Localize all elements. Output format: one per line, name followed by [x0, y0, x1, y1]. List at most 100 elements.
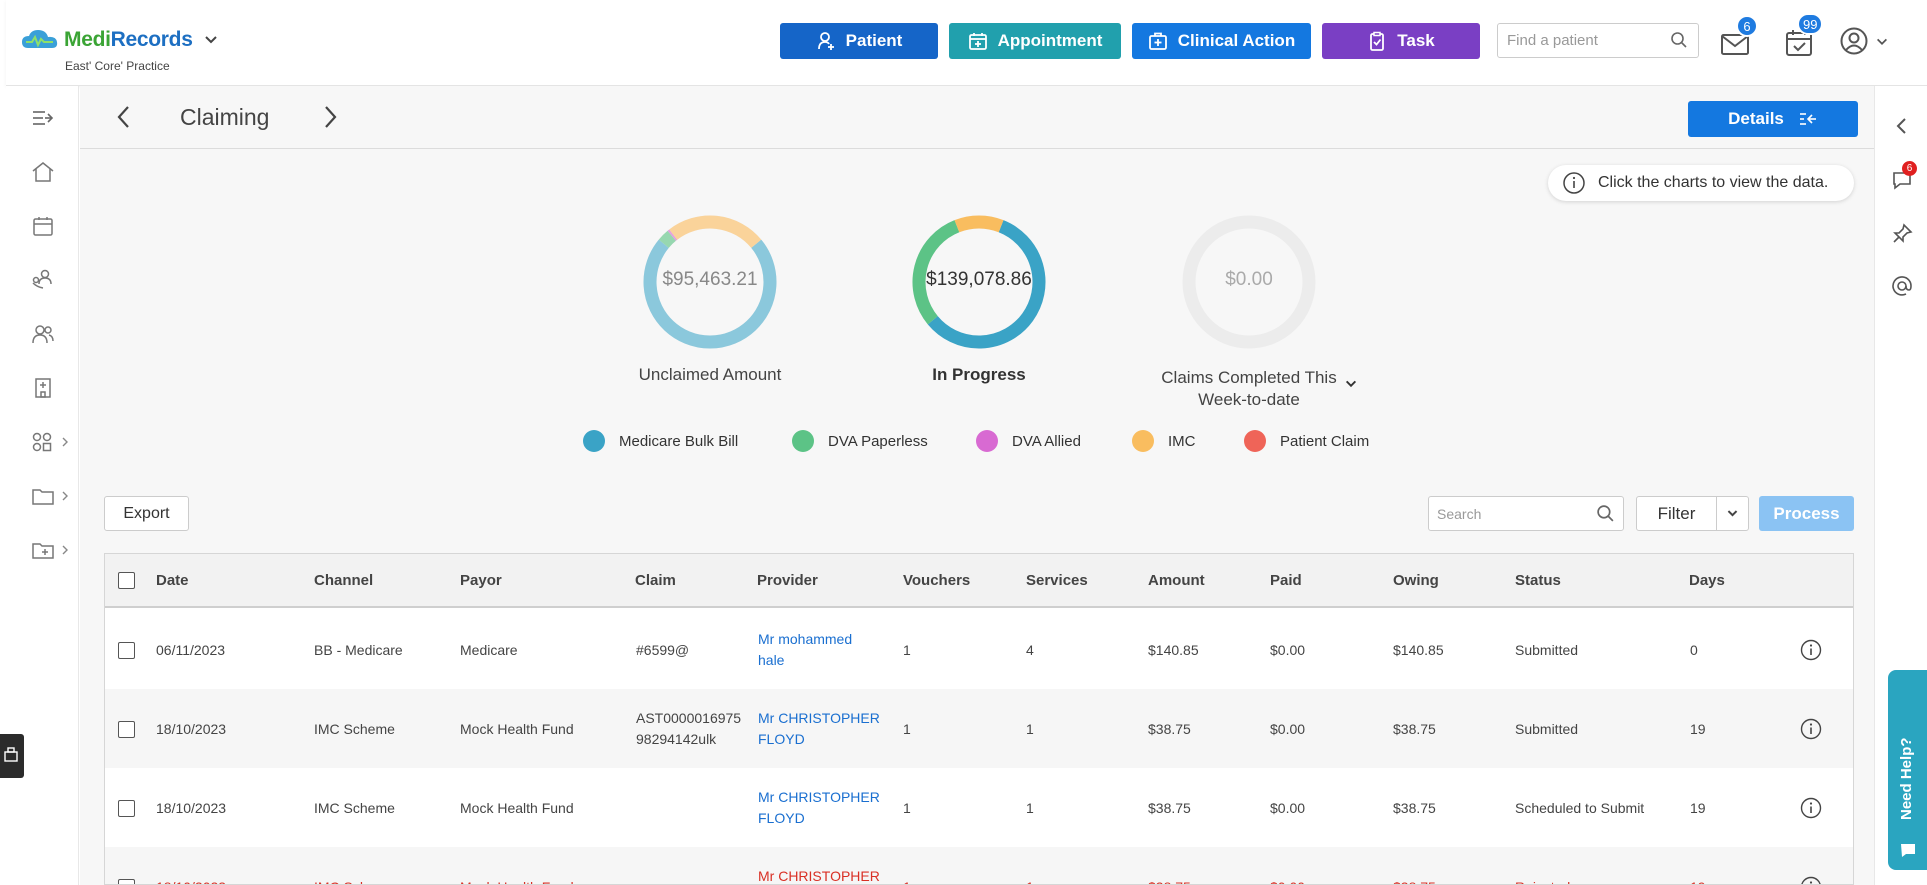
vouchers-cell: 1	[903, 877, 911, 884]
provider-link[interactable]: Mr CHRISTOPHERFLOYD	[758, 787, 880, 829]
claim-cell: AST0000016975 98294142ulk	[636, 708, 741, 750]
top-bar: MediRecords East' Core' Practice Patient…	[6, 0, 1927, 86]
users-icon[interactable]	[30, 322, 56, 346]
table-row[interactable]: 18/10/2023 IMC Scheme Mock Health Fund 1 1 $3…	[105, 768, 1853, 847]
filter-button[interactable]: Filter	[1636, 496, 1749, 531]
chevron-down-icon[interactable]	[1344, 377, 1358, 391]
patients-care-icon[interactable]	[30, 268, 56, 292]
row-checkbox[interactable]	[118, 879, 135, 884]
folder-icon[interactable]	[30, 484, 56, 508]
need-help-tab[interactable]: Need Help?	[1888, 670, 1927, 870]
chevron-left-icon[interactable]	[1890, 114, 1914, 138]
column-header-channel[interactable]: Channel	[314, 572, 373, 589]
process-button[interactable]: Process	[1759, 496, 1854, 531]
column-header-amount[interactable]: Amount	[1148, 572, 1205, 589]
payor-cell: Mock Health Fund	[460, 877, 574, 884]
table-row[interactable]: 06/11/2023 BB - Medicare Medicare 1 4 $140.85…	[105, 610, 1853, 689]
chevron-down-icon[interactable]	[203, 32, 219, 48]
row-checkbox[interactable]	[118, 800, 135, 817]
brand-logo[interactable]: MediRecords	[20, 28, 219, 52]
new-clinical-action-button[interactable]: Clinical Action	[1132, 23, 1311, 59]
date-cell: 18/10/2023	[156, 721, 227, 737]
donut-slice-dva-paperless[interactable]	[658, 230, 677, 249]
pin-icon[interactable]	[1890, 222, 1914, 246]
home-icon[interactable]	[30, 160, 56, 184]
row-checkbox[interactable]	[118, 721, 135, 738]
claims-search-input[interactable]	[1428, 496, 1624, 531]
apps-grid-icon[interactable]	[30, 430, 56, 454]
search-icon[interactable]	[1596, 504, 1615, 523]
export-button[interactable]: Export	[104, 496, 189, 531]
donut-slice-imc[interactable]	[954, 215, 1004, 233]
hospital-building-icon[interactable]	[30, 376, 56, 400]
chevron-down-icon	[1877, 38, 1887, 45]
folder-add-icon[interactable]	[30, 538, 56, 562]
status-cell: Scheduled to Submit	[1515, 800, 1645, 816]
column-header-vouchers[interactable]: Vouchers	[903, 572, 970, 589]
provider-link[interactable]: Mr CHRISTOPHERFLOYD	[758, 866, 880, 884]
provider-link[interactable]: Mr CHRISTOPHERFLOYD	[758, 708, 880, 750]
back-arrow-icon[interactable]	[110, 102, 138, 132]
new-appointment-button[interactable]: Appointment	[949, 23, 1121, 59]
clinical-action-button-label: Clinical Action	[1177, 31, 1296, 50]
column-header-date[interactable]: Date	[156, 572, 189, 589]
column-header-days[interactable]: Days	[1689, 572, 1725, 589]
in-progress-value: $139,078.86	[926, 269, 1032, 290]
select-all-checkbox[interactable]	[118, 572, 135, 589]
column-header-payor[interactable]: Payor	[460, 572, 502, 589]
claim-line: 98294142ulk	[636, 731, 717, 747]
collapse-list-icon	[1799, 113, 1816, 125]
legend-item: IMC	[1132, 430, 1196, 452]
legend-item: Patient Claim	[1244, 430, 1369, 452]
user-menu-button[interactable]	[1839, 26, 1899, 58]
info-text: Click the charts to view the data.	[1598, 174, 1829, 191]
column-header-status[interactable]: Status	[1515, 572, 1561, 589]
forward-arrow-icon[interactable]	[316, 102, 344, 132]
find-patient-input[interactable]	[1497, 23, 1699, 58]
claim-cell: #6599@	[636, 640, 689, 661]
column-header-claim[interactable]: Claim	[635, 572, 676, 589]
column-header-owing[interactable]: Owing	[1393, 572, 1439, 589]
legend-item: DVA Allied	[976, 430, 1081, 452]
appointment-button-label: Appointment	[997, 31, 1103, 50]
chevron-right-icon	[62, 437, 68, 447]
legend-label: DVA Paperless	[828, 432, 928, 450]
main-content: Claiming Details Click the charts to vie…	[80, 86, 1874, 885]
row-checkbox[interactable]	[118, 642, 135, 659]
cloud-logo-icon	[22, 30, 58, 48]
print-icon	[4, 747, 18, 762]
patient-button-label: Patient	[845, 31, 903, 50]
status-cell: Rejected	[1515, 877, 1570, 884]
tasks-button[interactable]: 99	[1783, 13, 1824, 58]
at-sign-icon[interactable]	[1890, 274, 1914, 298]
provider-link[interactable]: Mr mohammed hale	[758, 629, 852, 671]
payor-cell: Mock Health Fund	[460, 800, 574, 816]
column-header-paid[interactable]: Paid	[1270, 572, 1302, 589]
row-info-icon[interactable]	[1800, 797, 1822, 819]
table-row[interactable]: 18/10/2023 IMC Scheme Mock Health Fund 1 1 $3…	[105, 689, 1853, 768]
messages-button[interactable]: 6	[1719, 15, 1758, 58]
side-drawer-tab[interactable]	[0, 734, 24, 778]
donut-slice-dva-allied[interactable]	[667, 229, 678, 241]
filter-dropdown-toggle[interactable]	[1717, 497, 1748, 530]
donut-slice-medicare-bulk-bill[interactable]	[643, 239, 777, 349]
legend-item: Medicare Bulk Bill	[583, 430, 738, 452]
table-row[interactable]: 18/10/2023 IMC Scheme Mock Health Fund 1 1 $3…	[105, 847, 1853, 885]
legend-color-dot	[583, 430, 605, 452]
comments-button[interactable]: 6	[1890, 161, 1917, 192]
owing-cell: $38.75	[1393, 800, 1436, 816]
calendar-icon[interactable]	[30, 214, 56, 238]
channel-cell: BB - Medicare	[314, 642, 403, 658]
search-icon[interactable]	[1670, 31, 1688, 49]
column-header-provider[interactable]: Provider	[757, 572, 818, 589]
provider-line: Mr CHRISTOPHER	[758, 710, 880, 726]
row-info-icon[interactable]	[1800, 718, 1822, 740]
row-info-icon[interactable]	[1800, 639, 1822, 661]
expand-menu-icon[interactable]	[30, 106, 56, 130]
row-info-icon[interactable]	[1800, 876, 1822, 885]
new-patient-button[interactable]: Patient	[780, 23, 938, 59]
column-header-services[interactable]: Services	[1026, 572, 1088, 589]
details-button[interactable]: Details	[1688, 101, 1858, 137]
date-cell: 18/10/2023	[156, 800, 227, 816]
new-task-button[interactable]: Task	[1322, 23, 1480, 59]
